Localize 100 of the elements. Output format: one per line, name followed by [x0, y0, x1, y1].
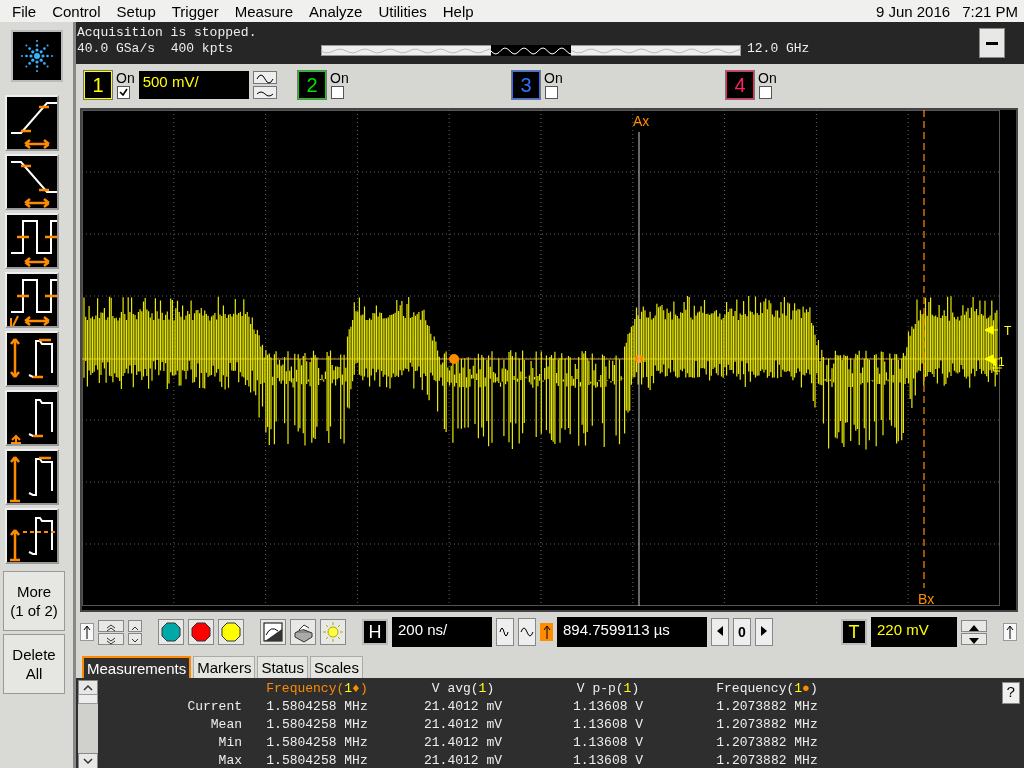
bandwidth-label: 12.0 GHz	[746, 41, 811, 58]
waveform-icon	[520, 625, 534, 639]
next-icon	[760, 625, 768, 637]
position-field[interactable]: 894.7599113 µs	[557, 617, 707, 647]
table-cell-text: 1.2073882 MHz	[715, 717, 819, 734]
menu-item[interactable]: Control	[44, 2, 109, 20]
rise-time-button[interactable]	[5, 95, 59, 151]
frequency-button[interactable]	[5, 272, 59, 328]
scroll-down-button[interactable]	[128, 632, 142, 645]
channel-arrow-icon	[984, 354, 997, 368]
menu-item[interactable]: Trigger	[163, 2, 227, 20]
amplitude-button[interactable]	[5, 331, 59, 387]
autoscale-icon	[262, 621, 284, 643]
average-level-button[interactable]	[5, 508, 59, 564]
scroll-up-button[interactable]	[128, 619, 142, 632]
menu-item[interactable]: Setup	[108, 2, 164, 20]
on-label: On	[330, 71, 349, 86]
timebase-field[interactable]: 200 ns/	[392, 617, 492, 647]
status-message: Acquisition is stopped.	[76, 24, 258, 41]
fall-time-button[interactable]	[5, 154, 59, 210]
channel-button[interactable]: 2	[298, 71, 326, 99]
memory-depth: 400 kpts	[170, 41, 234, 56]
next-button[interactable]	[755, 618, 773, 646]
channel-checkbox[interactable]	[759, 86, 772, 99]
channel-checkbox[interactable]	[117, 86, 130, 99]
column-header: Frequency(1♦)	[265, 681, 369, 698]
run-button[interactable]	[158, 619, 184, 645]
dc-coupling-button[interactable]	[252, 86, 277, 99]
up-button[interactable]	[961, 619, 987, 632]
arrow-icon	[542, 625, 551, 639]
trigger-level-field[interactable]: 220 mV	[871, 617, 957, 647]
marker-dot	[449, 354, 459, 364]
channel-button[interactable]: 1	[84, 71, 112, 99]
menu-item[interactable]: Help	[434, 2, 482, 20]
menu-item[interactable]: File	[4, 2, 45, 20]
waveform-button[interactable]	[518, 618, 536, 646]
row-label: Current	[186, 699, 242, 716]
waveform-button[interactable]	[496, 618, 514, 646]
scroll-up-button[interactable]	[98, 619, 124, 632]
table-cell-text: 1.13608 V	[571, 699, 645, 716]
base-level-button[interactable]	[5, 390, 59, 446]
menu-item[interactable]: Utilities	[370, 2, 435, 20]
tab[interactable]: Status	[257, 656, 308, 678]
brightness-icon	[322, 621, 344, 643]
top-level-button[interactable]	[5, 449, 59, 505]
table-cell-text: 1.5804258 MHz	[265, 735, 369, 752]
column-header: Frequency(1●)	[715, 681, 819, 698]
arrow-button[interactable]	[540, 623, 553, 641]
zero-button[interactable]: 0	[733, 618, 751, 646]
trigger-label: T	[1004, 324, 1012, 338]
scroll-thumb[interactable]	[78, 694, 98, 704]
arrow-button[interactable]	[80, 623, 94, 641]
table-cell-text: 1.5804258 MHz	[265, 699, 369, 716]
stop-button[interactable]	[188, 619, 214, 645]
table-cell-text: 1.2073882 MHz	[715, 735, 819, 752]
waveform-icon	[498, 625, 512, 639]
table-cell-text: 21.4012 mV	[423, 717, 503, 734]
down-button[interactable]	[961, 632, 987, 645]
arrow-button[interactable]	[1003, 623, 1017, 641]
menu-item[interactable]: Measure	[226, 2, 302, 20]
channel-checkbox[interactable]	[545, 86, 558, 99]
on-label: On	[544, 71, 563, 86]
table-cell-text: 21.4012 mV	[423, 753, 503, 768]
minimize-button[interactable]	[979, 28, 1005, 58]
tab[interactable]: Markers	[193, 656, 256, 678]
table-cell-text: 1.13608 V	[571, 753, 645, 768]
on-label: On	[116, 71, 135, 86]
period-button[interactable]	[5, 213, 59, 269]
channel-button[interactable]: 3	[512, 71, 540, 99]
previous-button[interactable]	[711, 618, 729, 646]
horizontal-label: H	[362, 619, 388, 645]
help-button[interactable]: ?	[1002, 682, 1020, 704]
table-cell-text: 21.4012 mV	[423, 699, 503, 716]
date-label: 9 Jun 2016	[874, 2, 952, 20]
arrow-icon	[1006, 625, 1014, 639]
channel-button[interactable]: 4	[726, 71, 754, 99]
menu-item[interactable]: Analyze	[301, 2, 371, 20]
sample-rate: 40.0 GSa/s	[77, 41, 155, 56]
run-icon	[161, 622, 181, 642]
scroll-down-button[interactable]	[78, 753, 98, 768]
row-label: Mean	[209, 717, 242, 734]
row-label: Min	[217, 735, 242, 752]
autoscale-button[interactable]	[260, 619, 286, 645]
side-button[interactable]: More (1 of 2)	[3, 571, 65, 631]
ground-icon	[991, 367, 1003, 375]
scale-field[interactable]: 500 mV/	[138, 71, 249, 99]
arrow-icon	[83, 625, 91, 639]
single-icon	[221, 622, 241, 642]
minimize-icon	[986, 41, 998, 45]
side-button[interactable]: Delete All	[3, 634, 65, 694]
scroll-down-button[interactable]	[98, 632, 124, 645]
single-button[interactable]	[218, 619, 244, 645]
printer-icon[interactable]	[290, 619, 316, 645]
table-cell-text: 1.13608 V	[571, 717, 645, 734]
column-header: V p-p(1)	[575, 681, 641, 698]
checkmark-icon	[118, 87, 129, 98]
tab[interactable]: Scales	[309, 656, 363, 678]
channel-checkbox[interactable]	[331, 86, 344, 99]
tab[interactable]: Measurements	[82, 656, 192, 678]
ac-coupling-button[interactable]	[252, 71, 277, 84]
